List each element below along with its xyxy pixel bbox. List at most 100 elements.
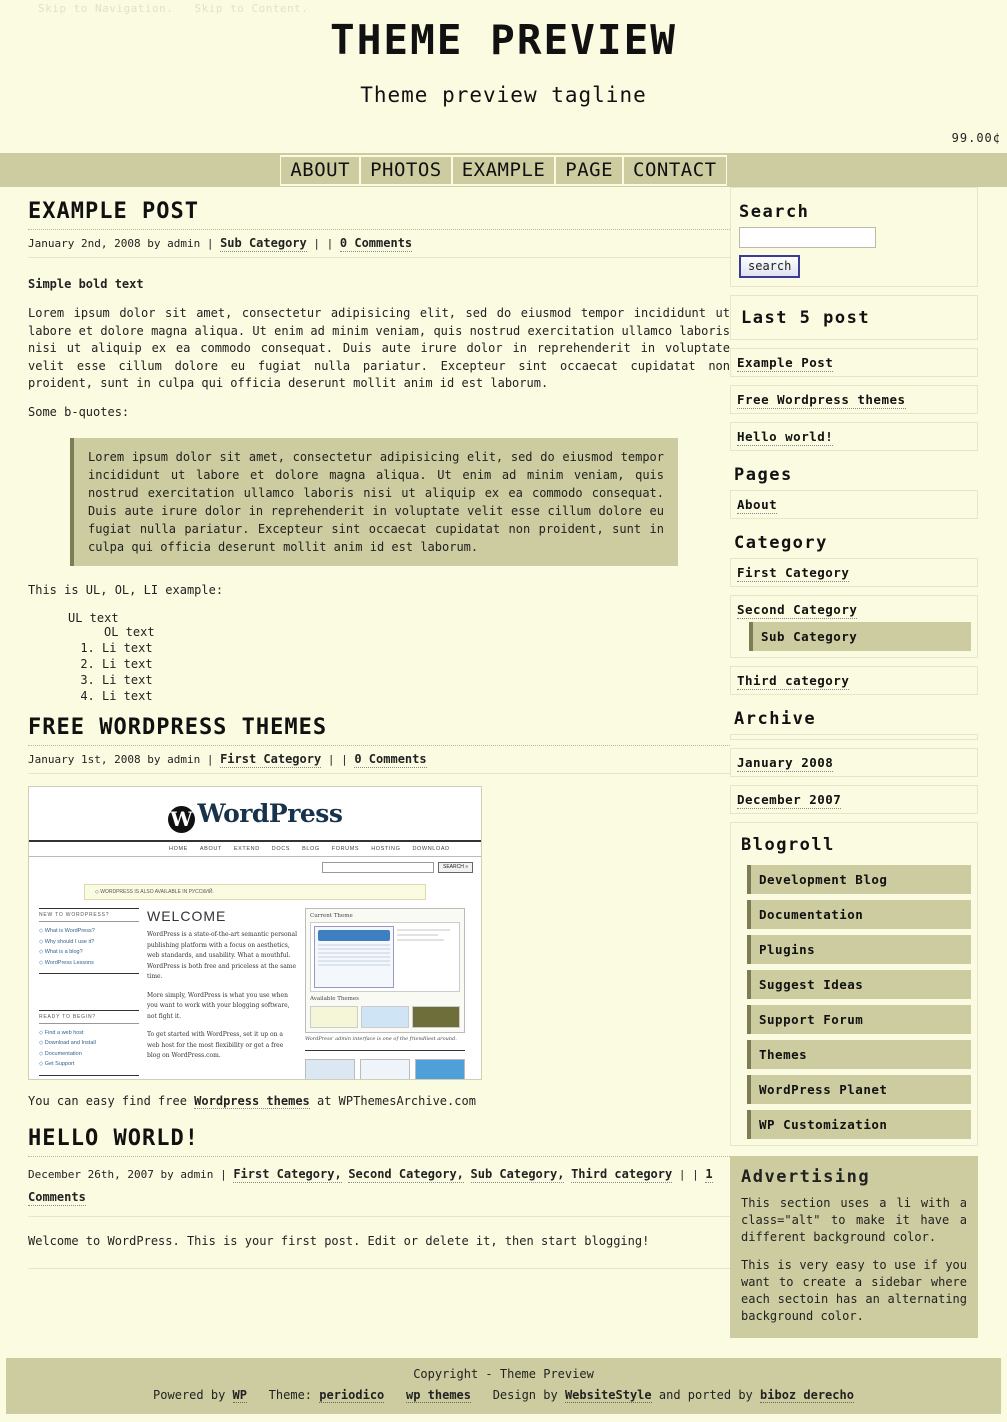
page-link-about[interactable]: About xyxy=(737,497,778,515)
footer-ported-pre: and ported by xyxy=(651,1388,761,1402)
list-item-alt[interactable]: Suggest Ideas xyxy=(747,970,971,1000)
list-item[interactable]: About xyxy=(730,490,978,520)
screenshot-search-input[interactable] xyxy=(321,862,434,874)
blogroll-link-themes[interactable]: Themes xyxy=(759,1047,807,1063)
wordpress-themes-link[interactable]: Wordpress themes xyxy=(194,1094,310,1110)
post-date: January 2nd, 2008 by admin xyxy=(28,237,201,251)
archive-link-january-2008[interactable]: January 2008 xyxy=(737,755,834,773)
category-link-third[interactable]: Third category xyxy=(737,673,850,691)
screenshot-thumb[interactable] xyxy=(305,1059,355,1080)
blogroll-link-support-forum[interactable]: Support Forum xyxy=(759,1012,863,1028)
category-link-second[interactable]: Second Category xyxy=(737,602,858,620)
screenshot-link-item[interactable]: ◇ What is a blog? xyxy=(39,947,139,957)
screenshot-nav-item[interactable]: DOCS xyxy=(272,846,290,852)
nav-item-example[interactable]: EXAMPLE xyxy=(451,154,556,186)
post-title[interactable]: EXAMPLE POST xyxy=(28,199,730,231)
post-comments-link[interactable]: 0 Comments xyxy=(354,752,427,769)
screenshot-link-item[interactable]: ◇ Find a web host xyxy=(39,1028,139,1038)
post-comments-link[interactable]: 0 Comments xyxy=(339,236,413,253)
li-item: Li text xyxy=(102,657,730,671)
list-item[interactable]: Third category xyxy=(730,666,978,696)
blogroll-link-wp-customization[interactable]: WP Customization xyxy=(759,1117,887,1133)
category-link-sub[interactable]: Sub Category xyxy=(761,629,857,645)
screenshot-nav-item[interactable]: ABOUT xyxy=(200,846,222,852)
list-item[interactable]: Free Wordpress themes xyxy=(730,385,978,415)
screenshot-nav-item[interactable]: FORUMS xyxy=(332,846,359,852)
list-item-alt[interactable]: WP Customization xyxy=(747,1110,971,1140)
category-link-first[interactable]: First Category xyxy=(737,565,850,583)
screenshot-search-button[interactable]: SEARCH » xyxy=(437,862,473,874)
wordpress-screenshot-image[interactable]: W WordPress HOME ABOUT EXTEND DOCS BLOG F… xyxy=(28,786,482,1081)
screenshot-divider xyxy=(39,1074,139,1076)
screenshot-thumb[interactable] xyxy=(360,1059,410,1080)
list-item[interactable]: December 2007 xyxy=(730,785,978,815)
archive-link-december-2007[interactable]: December 2007 xyxy=(737,792,842,810)
nav-item-contact[interactable]: CONTACT xyxy=(623,154,727,186)
site-title[interactable]: THEME PREVIEW xyxy=(0,17,1007,63)
last-post-link[interactable]: Hello world! xyxy=(737,429,834,447)
nav-item-page[interactable]: PAGE xyxy=(555,154,624,186)
list-item-alt[interactable]: Development Blog xyxy=(747,865,971,895)
blogroll-link-development-blog[interactable]: Development Blog xyxy=(759,872,887,888)
archive-title: Archive xyxy=(734,709,817,730)
screenshot-theme-thumb[interactable] xyxy=(310,1006,358,1029)
screenshot-theme-thumb[interactable] xyxy=(361,1006,409,1029)
skip-to-navigation-link[interactable]: Skip to Navigation. xyxy=(38,2,173,15)
list-item-alt[interactable]: Plugins xyxy=(747,935,971,965)
list-item[interactable]: Hello world! xyxy=(730,422,978,452)
last-post-link[interactable]: Example Post xyxy=(737,355,834,373)
blogroll-link-documentation[interactable]: Documentation xyxy=(759,907,863,923)
screenshot-nav-item[interactable]: HOME xyxy=(169,846,188,852)
post-category-link[interactable]: First Category xyxy=(220,752,322,769)
screenshot-link-item[interactable]: ◇ Get Support xyxy=(39,1059,139,1069)
screenshot-theme-thumb[interactable] xyxy=(412,1006,460,1029)
blogroll-link-wordpress-planet[interactable]: WordPress Planet xyxy=(759,1082,887,1098)
screenshot-nav-item[interactable]: BLOG xyxy=(302,846,320,852)
screenshot-nav-item[interactable]: EXTEND xyxy=(234,846,260,852)
list-item[interactable]: January 2008 xyxy=(730,748,978,778)
list-item[interactable]: Example Post xyxy=(730,348,978,378)
post-title[interactable]: FREE WORDPRESS THEMES xyxy=(28,715,730,747)
post-category-link[interactable]: First Category, xyxy=(233,1167,342,1184)
screenshot-panel-title: Current Theme xyxy=(310,913,353,920)
post-category-link[interactable]: Second Category, xyxy=(348,1167,464,1184)
list-item-alt[interactable]: Documentation xyxy=(747,900,971,930)
meta-separator: | xyxy=(327,753,335,767)
screenshot-thumb[interactable] xyxy=(415,1059,465,1080)
blogroll-link-suggest-ideas[interactable]: Suggest Ideas xyxy=(759,977,863,993)
post-title[interactable]: HELLO WORLD! xyxy=(28,1126,730,1158)
footer-biboz-link[interactable]: biboz derecho xyxy=(760,1388,854,1403)
search-input[interactable] xyxy=(739,227,876,249)
nav-item-about[interactable]: ABOUT xyxy=(280,154,361,186)
post-category-link[interactable]: Third category xyxy=(571,1167,673,1184)
screenshot-link-item[interactable]: ◇ What is WordPress? xyxy=(39,926,139,936)
blogroll-link-plugins[interactable]: Plugins xyxy=(759,942,815,958)
post-category-link[interactable]: Sub Category, xyxy=(470,1167,565,1184)
screenshot-nav-item[interactable]: DOWNLOAD xyxy=(412,846,449,852)
screenshot-search-row: SEARCH » xyxy=(29,857,481,878)
post-closing-line: You can easy find free Wordpress themes … xyxy=(28,1094,730,1110)
skip-to-content-link[interactable]: Skip to Content. xyxy=(194,2,308,15)
last-post-link[interactable]: Free Wordpress themes xyxy=(737,392,906,410)
search-button[interactable]: search xyxy=(739,255,801,279)
post-paragraph: Welcome to WordPress. This is your first… xyxy=(28,1234,650,1248)
footer-wpthemes-link[interactable]: wp themes xyxy=(405,1388,471,1403)
footer-theme-link[interactable]: periodico xyxy=(319,1388,385,1403)
nav-item-photos[interactable]: PHOTOS xyxy=(360,154,452,186)
footer-websitestyle-link[interactable]: WebsiteStyle xyxy=(564,1388,652,1403)
screenshot-link-item[interactable]: ◇ Documentation xyxy=(39,1049,139,1059)
list-item[interactable]: Second Category Sub Category xyxy=(730,595,978,659)
screenshot-link-item[interactable]: ◇ Why should I use it? xyxy=(39,937,139,947)
post-category-link[interactable]: Sub Category xyxy=(220,236,307,253)
list-item-alt[interactable]: Themes xyxy=(747,1040,971,1070)
list-item[interactable]: First Category xyxy=(730,558,978,588)
screenshot-link-item[interactable]: ◇ Download and Install xyxy=(39,1038,139,1048)
screenshot-link-item[interactable]: ◇ WordPress Lessons xyxy=(39,958,139,968)
wordpress-brand-text: WordPress xyxy=(197,799,343,829)
screenshot-nav-item[interactable]: HOSTING xyxy=(371,846,400,852)
list-item-alt[interactable]: Sub Category xyxy=(749,622,971,652)
list-item-alt[interactable]: WordPress Planet xyxy=(747,1075,971,1105)
footer-wp-link[interactable]: WP xyxy=(232,1388,247,1403)
wordpress-logo: W WordPress xyxy=(29,787,481,834)
list-item-alt[interactable]: Support Forum xyxy=(747,1005,971,1035)
